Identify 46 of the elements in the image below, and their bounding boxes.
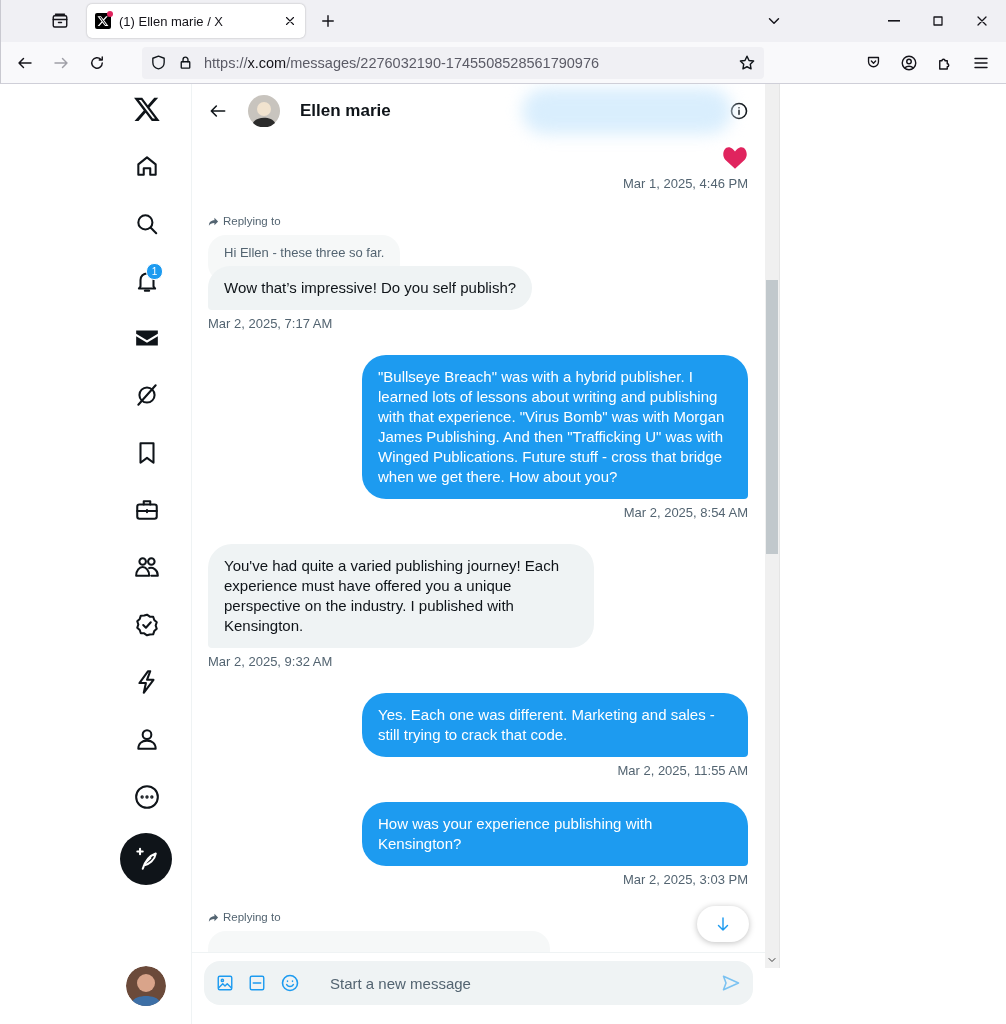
- message-field[interactable]: Start a new message: [204, 961, 753, 1005]
- maximize-icon: [930, 13, 946, 29]
- smiley-icon: [280, 973, 300, 993]
- tab-list-icon: [51, 12, 69, 30]
- avatar[interactable]: [126, 966, 166, 1006]
- contact-name: Ellen marie: [300, 101, 392, 121]
- image-icon: [216, 974, 234, 992]
- reply-arrow-icon: [208, 911, 219, 923]
- replying-label: Replying to: [208, 215, 281, 227]
- star-icon: [738, 53, 756, 72]
- timestamp: Mar 2, 2025, 8:54 AM: [623, 505, 748, 520]
- favicon-icon: [95, 13, 111, 29]
- message-bubble: You've had quite a varied publishing journey! Each experience must have offered you a unique perspective on the industry. I published with Kensington.: [208, 544, 594, 648]
- timestamp: Mar 2, 2025, 3:03 PM: [623, 872, 748, 887]
- message-bubble: "Bullseye Breach" was with a hybrid publisher. I learned lots of lessons about writing and publishing with that experience. "Virus Bomb" was with Morgan James Publishing. And then "Trafficking U" was with Winged Publications. Future stuff - cross that bridge when we get there. How about you?: [362, 355, 748, 499]
- shield-icon: [150, 54, 167, 71]
- reload-icon: [88, 53, 106, 72]
- address-bar[interactable]: https://x.com/messages/2276032190-1745508528561790976: [142, 46, 764, 79]
- heart-icon: [722, 146, 748, 170]
- reply-arrow-icon: [208, 215, 219, 227]
- timestamp: Mar 1, 2025, 4:46 PM: [623, 176, 748, 191]
- timestamp: Mar 2, 2025, 7:17 AM: [208, 316, 333, 331]
- feather-plus-icon: [133, 845, 159, 872]
- timestamp: Mar 2, 2025, 9:32 AM: [208, 654, 333, 669]
- message-bubble: Wow that’s impressive! Do you self publish?: [208, 266, 533, 310]
- message-input[interactable]: Start a new message: [328, 973, 707, 993]
- browser-tab[interactable]: (1) Ellen marie / X: [87, 4, 305, 38]
- x-logo-icon: [133, 95, 161, 123]
- scrollbar-thumb[interactable]: [766, 280, 778, 554]
- timestamp: Mar 2, 2025, 11:55 AM: [617, 763, 748, 778]
- avatar[interactable]: [248, 95, 280, 127]
- emoji-button[interactable]: [280, 973, 300, 993]
- close-icon: [283, 14, 297, 28]
- minimize-icon: [888, 20, 900, 22]
- notification-badge: 1: [146, 262, 163, 280]
- send-icon: [721, 973, 741, 993]
- info-icon: [729, 101, 749, 121]
- account-icon: [900, 53, 918, 72]
- new-tab-icon: [319, 12, 337, 30]
- message-bubble: Yes. Each one was different. Marketing and sales - still trying to crack that code.: [362, 693, 748, 757]
- media-button[interactable]: [216, 974, 234, 992]
- compose-button[interactable]: [120, 832, 172, 885]
- info-button[interactable]: [729, 101, 749, 121]
- message-bubble: How was your experience publishing with Kensington?: [362, 802, 748, 866]
- replying-label: Replying to: [208, 911, 281, 923]
- url-text: https://x.com/messages/2276032190-1745508528561790976: [204, 54, 601, 71]
